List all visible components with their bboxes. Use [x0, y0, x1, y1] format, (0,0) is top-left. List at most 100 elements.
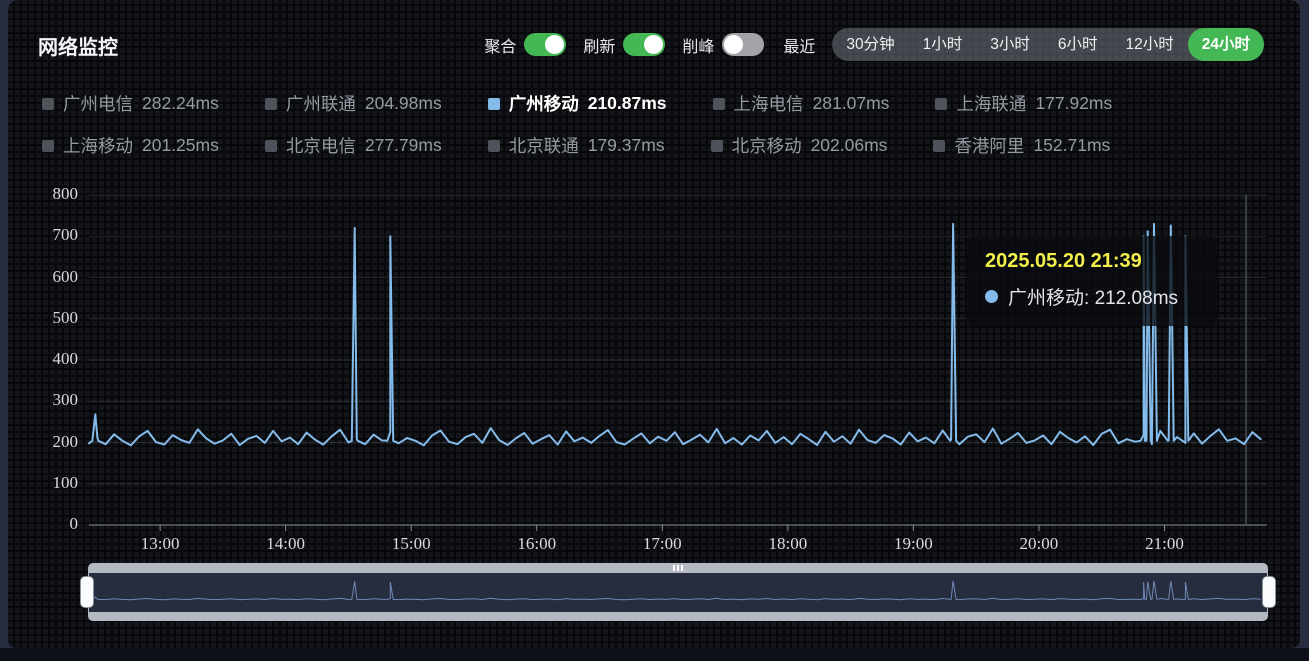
monitor-panel: 网络监控 聚合 刷新 削峰 最近 30分钟1小时3小时6小时12小时24小时 广州电…	[8, 0, 1300, 648]
legend-series-name: 上海电信	[734, 91, 804, 116]
legend-series-name: 广州联通	[286, 91, 356, 116]
legend-item[interactable]: 北京联通 179.37ms	[488, 133, 665, 158]
chart-tooltip: 2025.05.20 21:39 广州移动: 212.08ms	[967, 236, 1217, 326]
legend-item[interactable]: 香港阿里 152.71ms	[933, 133, 1110, 158]
y-axis-label: 100	[18, 473, 78, 493]
y-axis-label: 400	[18, 349, 78, 369]
legend-series-name: 北京电信	[286, 133, 356, 158]
legend-series-value: 202.06ms	[811, 135, 888, 156]
legend-marker-icon	[42, 98, 54, 110]
tooltip-date: 2025.05.20 21:39	[985, 250, 1199, 273]
legend-series-name: 上海移动	[63, 133, 133, 158]
toggle-label: 刷新	[583, 33, 615, 57]
legend-series-value: 179.37ms	[588, 135, 665, 156]
y-axis-label: 800	[18, 184, 78, 204]
legend-row: 上海移动 201.25ms 北京电信 277.79ms 北京联通 179.37ms 北京移动…	[42, 132, 1282, 159]
x-axis-label: 16:00	[502, 534, 572, 554]
x-axis-label: 21:00	[1129, 534, 1199, 554]
legend-item[interactable]: 上海移动 201.25ms	[42, 133, 219, 158]
toggle-switch[interactable]	[623, 33, 665, 56]
toggle-3: 削峰	[682, 33, 764, 57]
datazoom-move-bar[interactable]	[88, 563, 1268, 573]
legend-item[interactable]: 广州联通 204.98ms	[265, 91, 442, 116]
time-range-button[interactable]: 6小时	[1044, 28, 1112, 61]
legend-item[interactable]: 上海联通 177.92ms	[935, 91, 1112, 116]
x-axis-label: 19:00	[878, 534, 948, 554]
legend-marker-icon	[488, 140, 500, 152]
legend-item[interactable]: 北京移动 202.06ms	[711, 133, 888, 158]
toggle-1: 聚合	[484, 33, 566, 57]
legend-series-name: 香港阿里	[954, 133, 1024, 158]
legend-series-value: 201.25ms	[142, 135, 219, 156]
bottom-strip	[0, 648, 1309, 661]
x-axis-label: 17:00	[627, 534, 697, 554]
chart-legend: 广州电信 282.24ms 广州联通 204.98ms 广州移动 210.87ms 上海电信…	[42, 90, 1282, 174]
tooltip-series-row: 广州移动: 212.08ms	[985, 283, 1199, 310]
range-label: 最近	[783, 33, 815, 57]
toggle-switch[interactable]	[524, 33, 566, 56]
switch-knob	[545, 35, 564, 54]
switch-knob	[724, 35, 743, 54]
time-range-button[interactable]: 1小时	[909, 28, 977, 61]
tooltip-series-value: 广州移动: 212.08ms	[1008, 283, 1178, 310]
y-axis-label: 500	[18, 308, 78, 328]
x-axis-label: 20:00	[1004, 534, 1074, 554]
series-marker-dot	[985, 290, 998, 303]
legend-series-name: 上海联通	[956, 91, 1026, 116]
datazoom-bottom-bar[interactable]	[88, 612, 1268, 621]
legend-marker-icon	[713, 98, 725, 110]
toggle-switch[interactable]	[722, 33, 764, 56]
toggle-group: 聚合 刷新 削峰	[484, 33, 764, 57]
y-axis-label: 300	[18, 390, 78, 410]
legend-series-name: 广州移动	[509, 91, 579, 116]
time-range-button[interactable]: 24小时	[1188, 28, 1264, 61]
legend-series-value: 177.92ms	[1035, 93, 1112, 114]
legend-marker-icon	[265, 140, 277, 152]
y-axis-label: 200	[18, 432, 78, 452]
datazoom-minimap[interactable]	[88, 573, 1268, 612]
legend-item[interactable]: 广州移动 210.87ms	[488, 91, 667, 116]
legend-marker-icon	[488, 98, 500, 110]
toggle-label: 聚合	[484, 33, 516, 57]
legend-item[interactable]: 北京电信 277.79ms	[265, 133, 442, 158]
time-range-button[interactable]: 3小时	[976, 28, 1044, 61]
legend-item[interactable]: 广州电信 282.24ms	[42, 91, 219, 116]
legend-series-name: 北京移动	[732, 133, 802, 158]
legend-marker-icon	[935, 98, 947, 110]
legend-marker-icon	[265, 98, 277, 110]
legend-series-name: 北京联通	[509, 133, 579, 158]
toggle-2: 刷新	[583, 33, 665, 57]
x-axis-label: 14:00	[251, 534, 321, 554]
x-axis-label: 15:00	[376, 534, 446, 554]
legend-row: 广州电信 282.24ms 广州联通 204.98ms 广州移动 210.87ms 上海电信…	[42, 90, 1282, 117]
legend-series-value: 204.98ms	[365, 93, 442, 114]
legend-series-value: 210.87ms	[588, 93, 667, 114]
time-range-button[interactable]: 30分钟	[832, 28, 908, 61]
y-axis-label: 0	[18, 514, 78, 534]
legend-marker-icon	[711, 140, 723, 152]
page-title: 网络监控	[38, 31, 118, 60]
controls-bar: 聚合 刷新 削峰 最近 30分钟1小时3小时6小时12小时24小时	[484, 28, 1264, 61]
x-axis-label: 13:00	[125, 534, 195, 554]
legend-marker-icon	[42, 140, 54, 152]
switch-knob	[644, 35, 663, 54]
time-range-group: 30分钟1小时3小时6小时12小时24小时	[832, 28, 1264, 61]
time-range-button[interactable]: 12小时	[1112, 28, 1188, 61]
y-axis-label: 700	[18, 225, 78, 245]
legend-series-name: 广州电信	[63, 91, 133, 116]
drag-grip-icon[interactable]	[673, 565, 683, 571]
datazoom-right-handle[interactable]	[1262, 576, 1276, 608]
toggle-label: 削峰	[682, 33, 714, 57]
legend-series-value: 281.07ms	[813, 93, 890, 114]
x-axis-label: 18:00	[753, 534, 823, 554]
legend-marker-icon	[933, 140, 945, 152]
minimap-svg	[89, 573, 1267, 612]
legend-item[interactable]: 上海电信 281.07ms	[713, 91, 890, 116]
legend-series-value: 152.71ms	[1033, 135, 1110, 156]
datazoom-slider[interactable]	[88, 563, 1268, 621]
minimap-series-line	[89, 581, 1261, 600]
legend-series-value: 277.79ms	[365, 135, 442, 156]
y-axis-label: 600	[18, 267, 78, 287]
datazoom-left-handle[interactable]	[80, 576, 94, 608]
legend-series-value: 282.24ms	[142, 93, 219, 114]
